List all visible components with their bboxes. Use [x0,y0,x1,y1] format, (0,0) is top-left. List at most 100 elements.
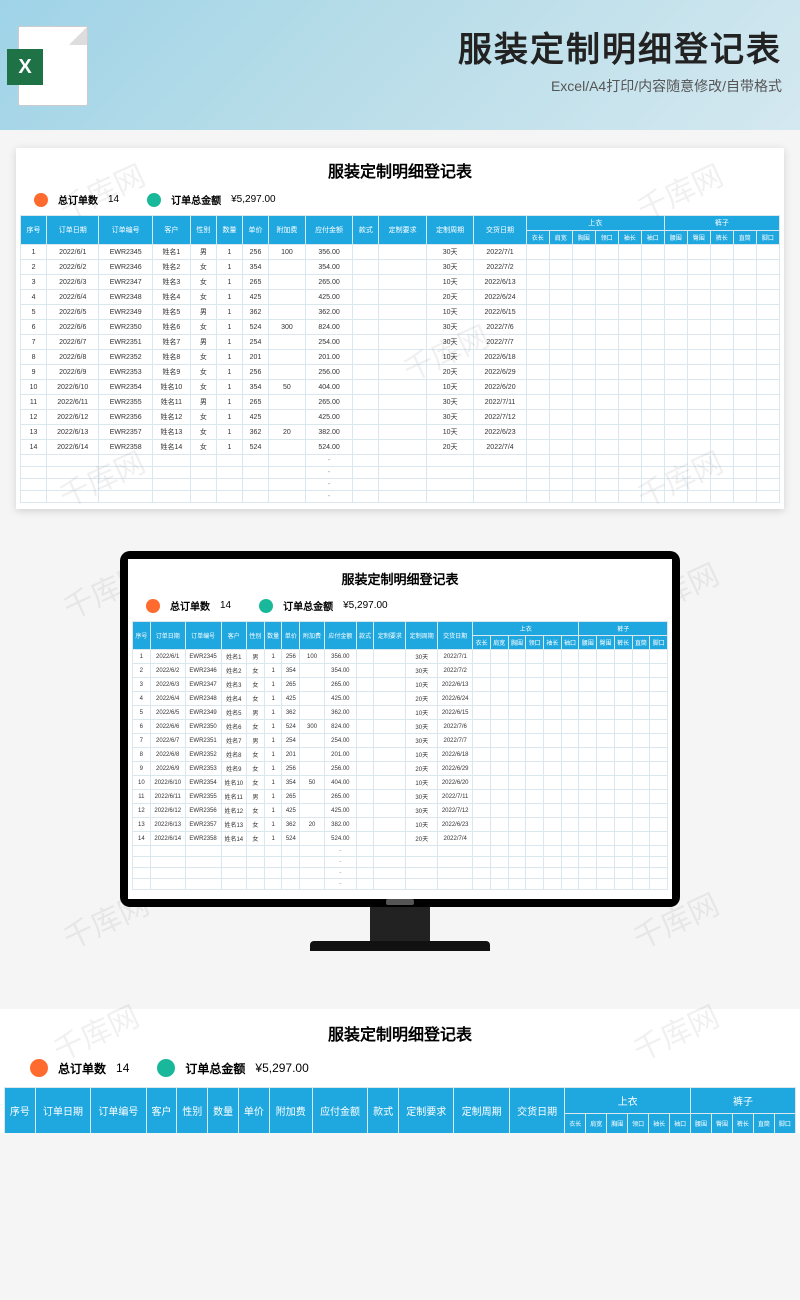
cell [473,868,491,879]
cell [374,790,406,804]
cell [650,692,668,706]
cell: 13 [21,425,47,440]
cell [650,678,668,692]
cell [269,395,306,410]
cell [544,692,562,706]
cell [756,425,779,440]
cell: 20 [269,425,306,440]
cell [579,790,597,804]
cell: 12 [133,804,151,818]
cell: 254 [282,734,300,748]
cell [733,380,756,395]
cell [756,245,779,260]
cell [597,748,615,762]
cell [190,491,216,503]
col-group-top: 上衣 [473,622,579,636]
cell: 256 [282,762,300,776]
cell: 265.00 [324,678,356,692]
cell: EWR2348 [99,290,153,305]
col-subheader: 脚口 [650,636,668,650]
cell [549,491,572,503]
cell: 50 [269,380,306,395]
cell [597,776,615,790]
cell: 男 [190,395,216,410]
cell [353,425,379,440]
cell [21,455,47,467]
col-subheader: 衣长 [473,636,491,650]
cell [650,776,668,790]
cell [379,440,427,455]
cell: 女 [247,748,265,762]
cell: 女 [247,804,265,818]
cell [710,380,733,395]
cell: 1 [216,290,242,305]
excel-x-badge: X [7,49,43,85]
cell [152,455,190,467]
table-row: 12022/6/1EWR2345姓名1男1256100356.0030天2022… [21,245,780,260]
cell [300,868,325,879]
cell: 425 [282,804,300,818]
col-header: 性别 [177,1088,208,1134]
cell [597,818,615,832]
cell: 524 [282,720,300,734]
table-row: 82022/6/8EWR2352姓名8女1201201.0010天2022/6/… [133,748,668,762]
table-row: 52022/6/5EWR2349姓名5男1362362.0010天2022/6/… [133,706,668,720]
cell [549,410,572,425]
cell: - [324,857,356,868]
cell [595,245,618,260]
cell [374,879,406,890]
cell [632,706,650,720]
cell: 30天 [406,720,438,734]
cell [632,664,650,678]
cell [526,846,544,857]
table-row: 72022/6/7EWR2351姓名7男1254254.0030天2022/7/… [21,335,780,350]
cell [490,804,508,818]
cell [300,857,325,868]
cell [356,818,374,832]
cell [508,857,526,868]
cell: 2022/7/12 [438,804,473,818]
cell: 女 [190,440,216,455]
cell [572,395,595,410]
cell [561,868,579,879]
cell [614,692,632,706]
col-subheader: 胸围 [572,231,595,245]
cell [526,320,549,335]
cell [526,734,544,748]
cell [756,440,779,455]
cell: 1 [264,804,282,818]
cell: 姓名12 [152,410,190,425]
cell [549,245,572,260]
cell: 姓名13 [221,818,247,832]
cell: 2022/6/13 [438,678,473,692]
cell [353,365,379,380]
cell [579,776,597,790]
cell [618,440,641,455]
cell: 9 [133,762,151,776]
cell: 姓名5 [221,706,247,720]
cell: 824.00 [324,720,356,734]
cell: 256 [282,650,300,664]
cell [221,846,247,857]
cell: 姓名13 [152,425,190,440]
cell [21,467,47,479]
cell [733,410,756,425]
cell [641,275,664,290]
cell: 2022/6/1 [47,245,99,260]
cell: - [324,846,356,857]
cell: 2022/6/4 [150,692,185,706]
table-body: 12022/6/1EWR2345姓名1男1256100356.0030天2022… [21,245,780,503]
cell: 1 [133,650,151,664]
cell: 524 [242,440,268,455]
cell [579,734,597,748]
cell [526,305,549,320]
cell: 3 [21,275,47,290]
cell [756,395,779,410]
col-subheader: 直筒 [733,231,756,245]
cell: 女 [190,290,216,305]
cell [526,395,549,410]
cell: 30天 [406,734,438,748]
cell: 2022/6/13 [47,425,99,440]
col-subheader: 袖长 [618,231,641,245]
cell [595,380,618,395]
